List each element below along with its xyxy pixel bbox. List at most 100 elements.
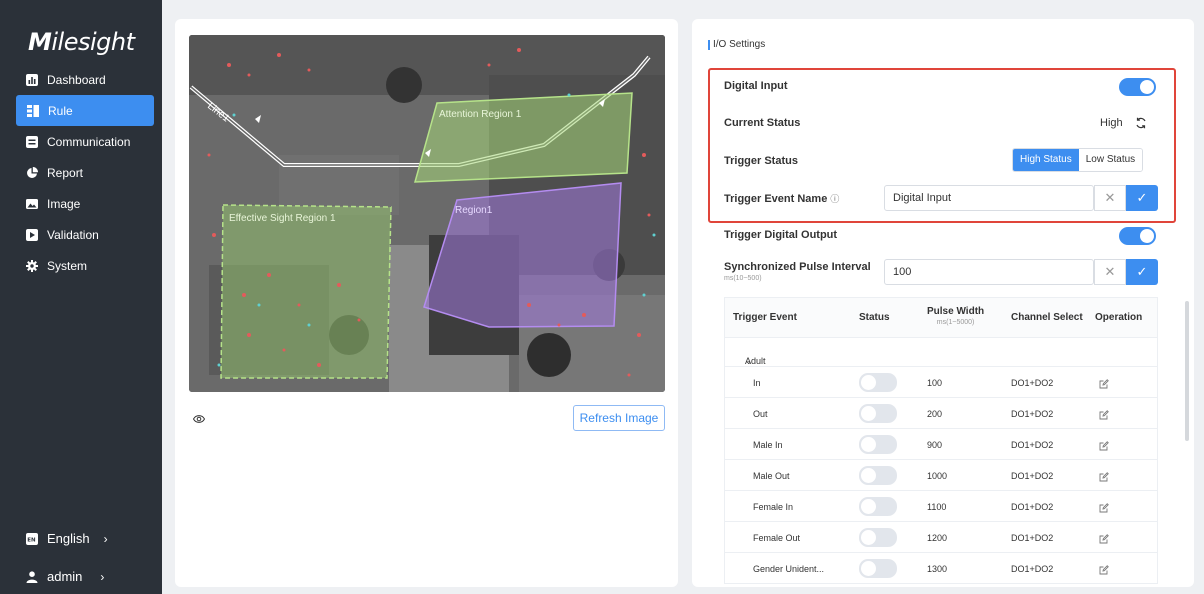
- refresh-image-button[interactable]: Refresh Image: [573, 405, 665, 431]
- region1-label: Region1: [455, 205, 493, 216]
- table-header: Trigger Event Status Pulse Width ms(1~50…: [725, 298, 1157, 338]
- toggle-knob: [861, 375, 876, 390]
- sidebar-item-label: Image: [47, 196, 81, 211]
- digital-input-toggle[interactable]: [1119, 78, 1156, 96]
- trigger-digital-output-label: Trigger Digital Output: [724, 229, 838, 241]
- sidebar-item-report[interactable]: Report: [0, 157, 162, 188]
- sidebar-item-communication[interactable]: Communication: [0, 126, 162, 157]
- language-selector[interactable]: EN English ›: [26, 531, 146, 546]
- low-status-option[interactable]: Low Status: [1078, 149, 1143, 171]
- chevron-right-icon: ›: [103, 531, 108, 546]
- pulse-cell: 200: [927, 409, 943, 419]
- pulse-width-text: Pulse Width: [927, 306, 985, 317]
- status-toggle[interactable]: [859, 497, 897, 516]
- edit-icon[interactable]: [1099, 438, 1109, 456]
- event-cell: Male Out: [753, 471, 790, 481]
- edit-icon[interactable]: [1099, 562, 1109, 580]
- event-cell: Out: [753, 409, 768, 419]
- edit-icon[interactable]: [1099, 469, 1109, 487]
- sidebar-nav: Dashboard Rule Communication Report Imag…: [0, 64, 162, 281]
- trigger-status-label: Trigger Status: [724, 155, 798, 167]
- sidebar-item-validation[interactable]: Validation: [0, 219, 162, 250]
- sidebar-item-dashboard[interactable]: Dashboard: [0, 64, 162, 95]
- trigger-event-name-input[interactable]: Digital Input: [884, 185, 1094, 211]
- channel-cell: DO1+DO2: [1011, 533, 1054, 543]
- clear-icon[interactable]: ✕: [1094, 185, 1126, 211]
- current-status-label: Current Status: [724, 117, 801, 129]
- event-cell: In: [753, 378, 761, 388]
- confirm-icon[interactable]: ✓: [1126, 259, 1158, 285]
- sidebar-item-system[interactable]: System: [0, 250, 162, 281]
- info-icon[interactable]: ⓘ: [830, 194, 839, 204]
- table-row: Male In 900 DO1+DO2: [725, 429, 1157, 460]
- table-row: Female In 1100 DO1+DO2: [725, 491, 1157, 522]
- status-toggle[interactable]: [859, 559, 897, 578]
- rule-icon: [27, 104, 39, 117]
- digital-input-label: Digital Input: [724, 80, 788, 92]
- scrollbar[interactable]: [1185, 301, 1189, 441]
- trigger-event-name-label: Trigger Event Name ⓘ: [724, 192, 839, 205]
- table-body: In 100 DO1+DO2 Out 200 DO1+DO2 Male In 900 DO1+D…: [725, 367, 1157, 584]
- table-row: Female Out 1200 DO1+DO2: [725, 522, 1157, 553]
- event-cell: Male In: [753, 440, 783, 450]
- camera-snapshot[interactable]: Line1 Attention Region 1 Effective Sight…: [189, 35, 665, 392]
- trigger-event-name-text: Trigger Event Name: [724, 193, 828, 205]
- toggle-knob: [861, 561, 876, 576]
- group-row-adult[interactable]: ⌄ Adult: [725, 338, 1157, 367]
- channel-cell: DO1+DO2: [1011, 471, 1054, 481]
- communication-icon: [26, 135, 38, 148]
- status-toggle[interactable]: [859, 528, 897, 547]
- dashboard-icon: [26, 73, 38, 86]
- refresh-icon[interactable]: [1135, 116, 1147, 134]
- chevron-right-icon: ›: [100, 569, 105, 584]
- pulse-width-hint: ms(1~5000): [936, 319, 975, 326]
- sync-pulse-hint: ms(10~500): [724, 275, 762, 282]
- confirm-icon[interactable]: ✓: [1126, 185, 1158, 211]
- current-status-value: High: [1100, 117, 1123, 129]
- status-toggle[interactable]: [859, 466, 897, 485]
- high-status-option[interactable]: High Status: [1013, 149, 1079, 171]
- header-operation: Operation: [1095, 312, 1143, 323]
- sidebar-item-label: System: [47, 258, 88, 273]
- trigger-digital-output-toggle[interactable]: [1119, 227, 1156, 245]
- sync-pulse-input[interactable]: 100: [884, 259, 1094, 285]
- milesight-logo[interactable]: Milesight: [28, 28, 135, 56]
- status-toggle[interactable]: [859, 404, 897, 423]
- group-label-text: Adult: [745, 356, 766, 366]
- pulse-cell: 1200: [927, 533, 948, 543]
- clear-icon[interactable]: ✕: [1094, 259, 1126, 285]
- table-row: In 100 DO1+DO2: [725, 367, 1157, 398]
- language-icon: EN: [26, 532, 38, 545]
- edit-icon[interactable]: [1099, 531, 1109, 549]
- sidebar-item-rule[interactable]: Rule: [16, 95, 154, 126]
- header-pulse-width: Pulse Width ms(1~5000): [927, 306, 984, 326]
- header-status: Status: [859, 312, 890, 323]
- status-toggle[interactable]: [859, 435, 897, 454]
- pulse-cell: 100: [927, 378, 943, 388]
- event-cell: Gender Unident...: [753, 564, 825, 574]
- edit-icon[interactable]: [1099, 500, 1109, 518]
- sync-pulse-label: Synchronized Pulse Interval: [724, 261, 871, 273]
- user-label: admin: [47, 569, 83, 584]
- section-marker: [708, 39, 710, 50]
- user-menu[interactable]: admin ›: [26, 569, 146, 584]
- user-icon: [26, 570, 38, 583]
- svg-text:EN: EN: [27, 537, 36, 543]
- header-channel-select: Channel Select: [1011, 312, 1083, 323]
- event-cell: Female Out: [753, 533, 801, 543]
- event-cell: Female In: [753, 502, 794, 512]
- edit-icon[interactable]: [1099, 376, 1109, 394]
- effective-sight-region-label: Effective Sight Region 1: [229, 213, 336, 224]
- sidebar-item-label: Validation: [47, 227, 99, 242]
- channel-cell: DO1+DO2: [1011, 440, 1054, 450]
- image-icon: [26, 198, 38, 210]
- eye-icon[interactable]: [192, 411, 206, 429]
- sidebar-item-image[interactable]: Image: [0, 188, 162, 219]
- toggle-knob: [861, 468, 876, 483]
- edit-icon[interactable]: [1099, 407, 1109, 425]
- sidebar: Milesight Dashboard Rule Communication R…: [0, 0, 162, 594]
- trigger-status-segmented: High Status Low Status: [1012, 148, 1144, 172]
- status-toggle[interactable]: [859, 373, 897, 392]
- pulse-cell: 1000: [927, 471, 948, 481]
- section-title-text: I/O Settings: [713, 39, 766, 50]
